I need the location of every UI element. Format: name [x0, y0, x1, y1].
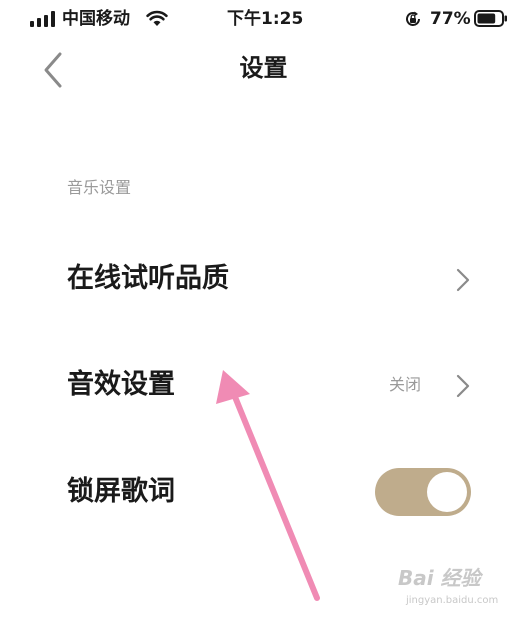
- row-lockscreen-lyrics: 锁屏歌词: [0, 457, 527, 527]
- section-header-music-settings: 音乐设置: [67, 178, 132, 197]
- page-title: 设置: [239, 54, 288, 82]
- row-label: 在线试听品质: [67, 263, 229, 294]
- watermark: Bai 经验 jingyan.baidu.com: [398, 566, 508, 612]
- row-online-listen-quality[interactable]: 在线试听品质: [0, 244, 527, 314]
- row-value-status: 关闭: [388, 375, 421, 394]
- carrier-name: 中国移动: [62, 9, 130, 29]
- row-sound-effects[interactable]: 音效设置 关闭: [0, 350, 527, 420]
- row-label: 音效设置: [67, 369, 175, 400]
- status-bar: 中国移动 下午1:25 77%: [0, 0, 527, 38]
- watermark-url: jingyan.baidu.com: [406, 595, 499, 606]
- battery-icon: [474, 10, 507, 27]
- signal-icon: [30, 11, 55, 27]
- battery-percent: 77%: [430, 9, 471, 29]
- toggle-knob: [427, 472, 467, 512]
- status-time: 下午1:25: [227, 9, 304, 29]
- wifi-icon: [146, 10, 168, 26]
- row-label: 锁屏歌词: [67, 476, 175, 507]
- watermark-logo: Bai 经验: [398, 566, 481, 590]
- chevron-right-icon: [456, 374, 470, 398]
- rotation-lock-icon: [406, 11, 420, 26]
- chevron-right-icon: [456, 268, 470, 292]
- lockscreen-lyrics-toggle[interactable]: [375, 468, 471, 516]
